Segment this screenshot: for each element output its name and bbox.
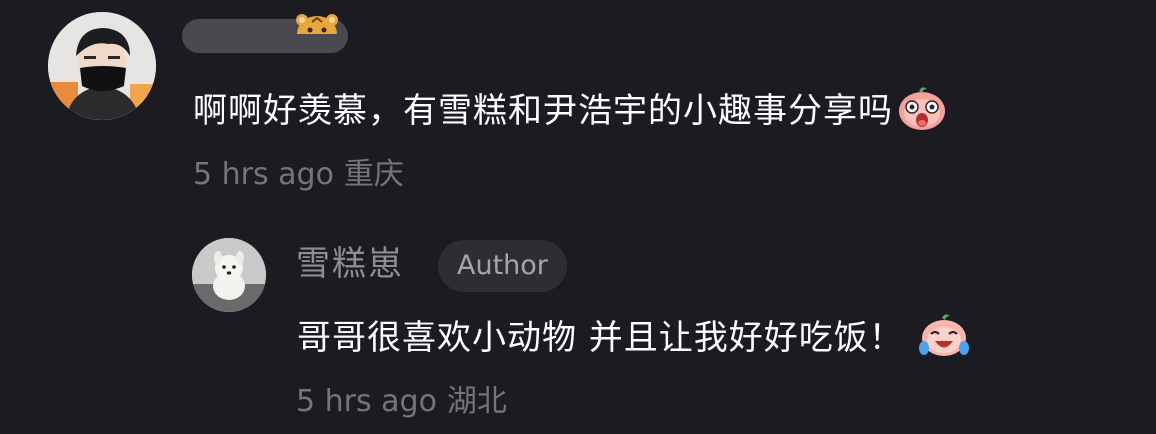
- comment-meta: 5 hrs ago 重庆: [193, 157, 404, 193]
- reply-timestamp: 5 hrs ago: [296, 384, 437, 419]
- author-badge: Author: [438, 240, 567, 292]
- comment-body: 啊啊好羡慕，有雪糕和尹浩宇的小趣事分享吗: [193, 85, 947, 140]
- reply-location: 湖北: [446, 384, 507, 419]
- commenter-avatar-image: [48, 12, 156, 120]
- comment-text: 啊啊好羡慕，有雪糕和尹浩宇的小趣事分享吗: [193, 91, 893, 131]
- reply-meta: 5 hrs ago 湖北: [296, 384, 507, 420]
- tiger-head-sticker-icon: [294, 12, 340, 52]
- reply-author-avatar-image: [192, 238, 266, 312]
- commenter-avatar[interactable]: [48, 12, 156, 120]
- laughing-crying-face-emoji-icon: [918, 312, 970, 367]
- comment-location: 重庆: [343, 157, 404, 192]
- reply-author-name[interactable]: 雪糕崽: [296, 243, 404, 285]
- reply-author-avatar[interactable]: [192, 238, 266, 312]
- reply-body: 哥哥很喜欢小动物 并且让我好好吃饭！: [297, 312, 970, 367]
- comment-thread: 啊啊好羡慕，有雪糕和尹浩宇的小趣事分享吗 5 hrs ago 重庆 雪糕崽 Au…: [0, 0, 1156, 434]
- comment-timestamp: 5 hrs ago: [193, 157, 334, 192]
- shocked-face-emoji-icon: [897, 85, 947, 140]
- reply-text: 哥哥很喜欢小动物 并且让我好好吃饭！: [297, 318, 904, 358]
